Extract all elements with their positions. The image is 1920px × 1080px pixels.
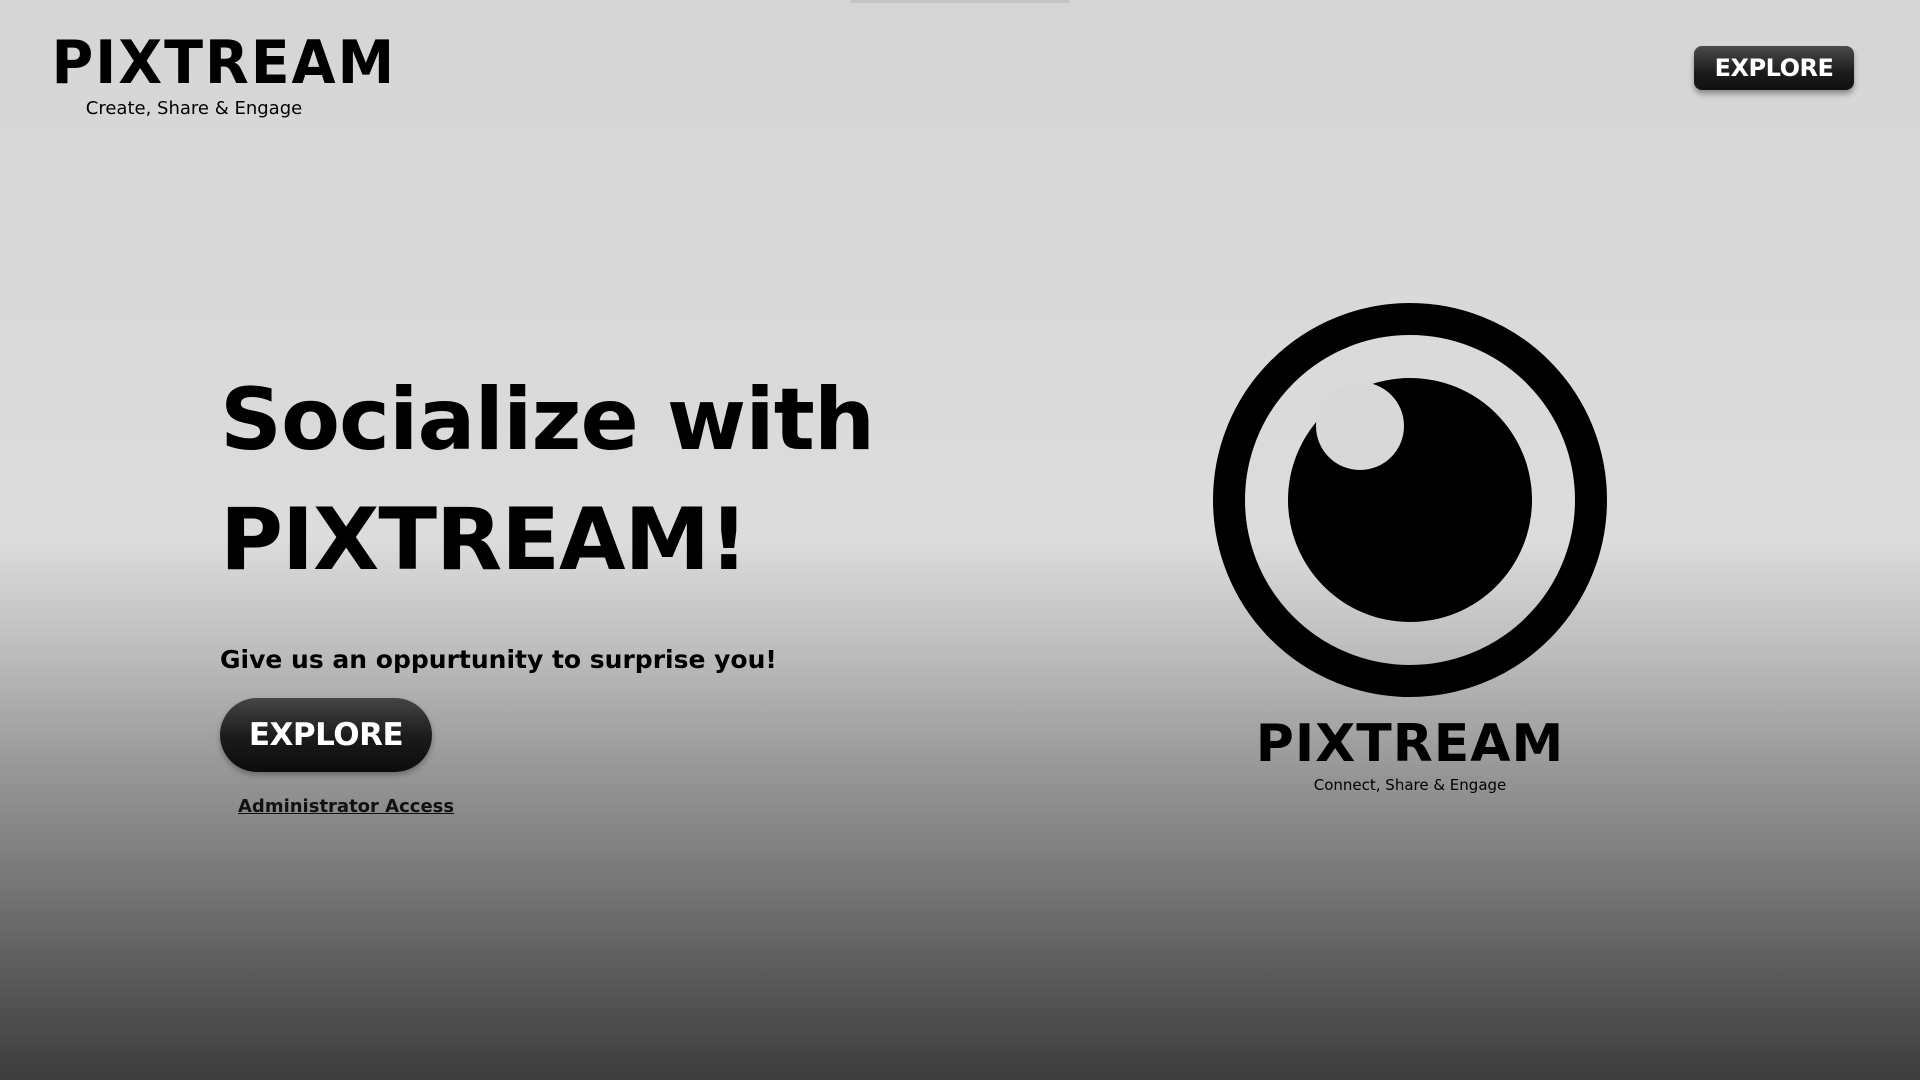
emblem-tagline: Connect, Share & Engage	[1313, 776, 1507, 794]
emblem-wordmark: PIXTREAM	[1255, 714, 1565, 774]
hero-title-line-1: Socialize with	[220, 370, 875, 470]
administrator-access-link[interactable]: Administrator Access	[238, 796, 454, 817]
logo-wordmark: PIXTREAM	[51, 28, 397, 98]
hero-title: Socialize with PIXTREAM!	[220, 360, 980, 600]
header-explore-button[interactable]: EXPLORE	[1694, 46, 1854, 90]
top-tab-hint	[850, 0, 1070, 3]
eye-camera-icon	[1213, 303, 1607, 697]
pixtream-emblem: PIXTREAM Connect, Share & Engage	[1210, 300, 1610, 794]
hero-subtitle: Give us an oppurtunity to surprise you!	[220, 645, 777, 674]
hero-content: Socialize with PIXTREAM! Give us an oppu…	[220, 360, 980, 817]
logo-tagline: Create, Share & Engage	[85, 98, 303, 119]
hero-title-line-2: PIXTREAM!	[220, 490, 748, 590]
hero-explore-button[interactable]: EXPLORE	[220, 698, 432, 772]
header-logo[interactable]: PIXTREAM Create, Share & Engage	[44, 28, 397, 120]
